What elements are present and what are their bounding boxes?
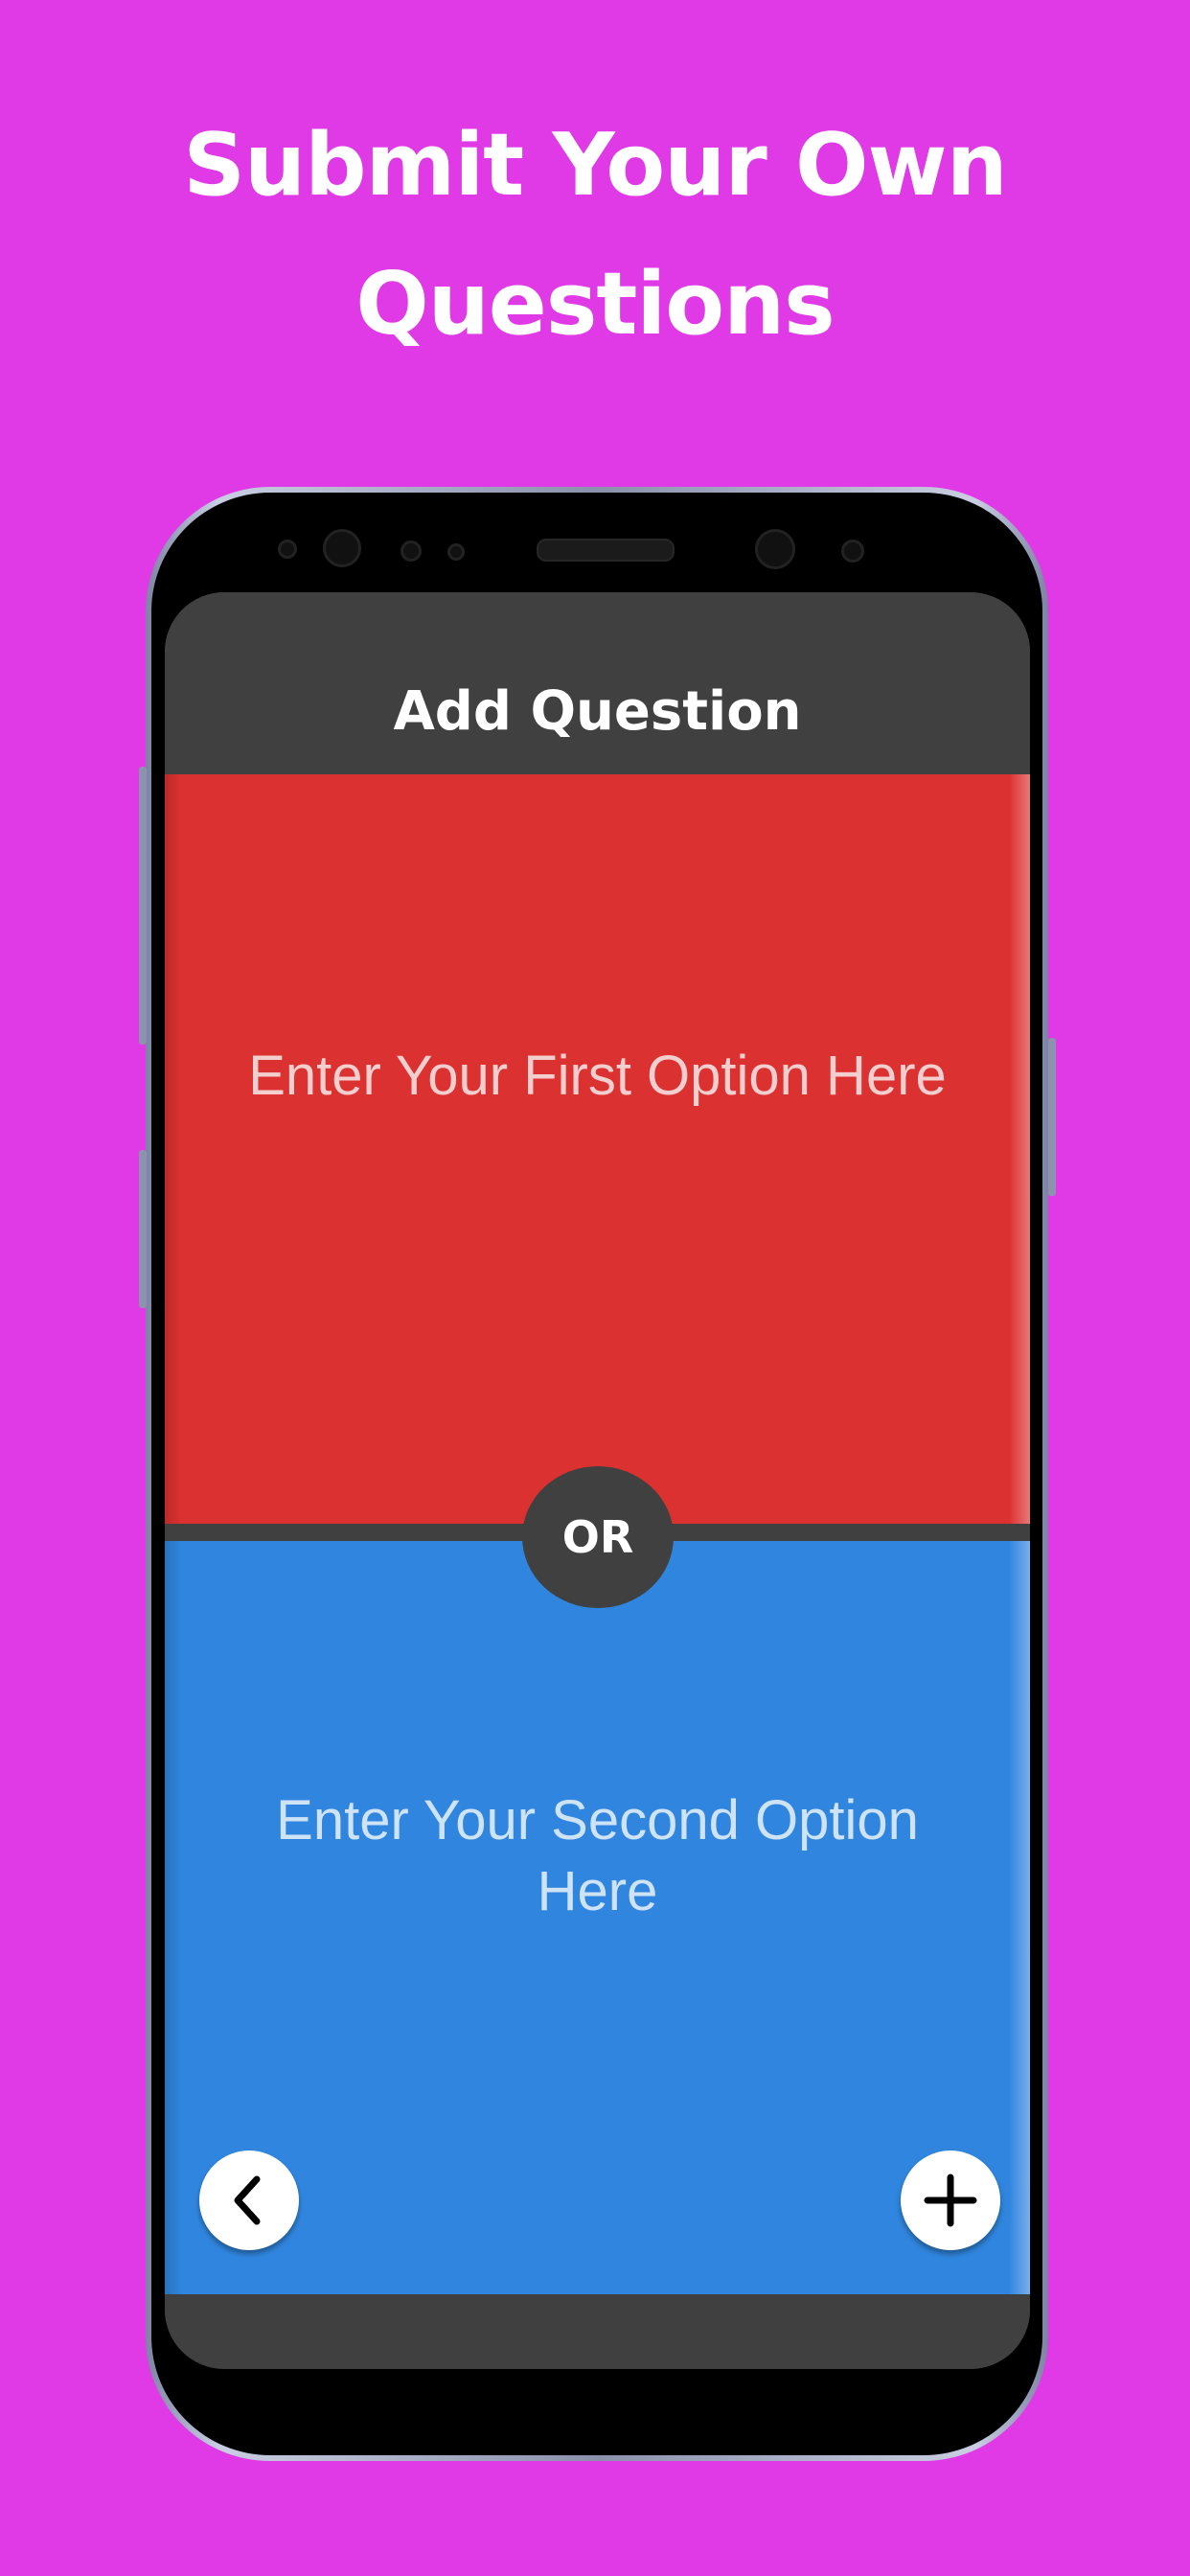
phone-iris-camera <box>841 540 864 563</box>
back-button[interactable] <box>199 2150 299 2250</box>
promo-headline-line-1: Submit Your Own <box>183 115 1008 216</box>
phone-front-camera <box>755 529 795 569</box>
phone-side-button-left-lower <box>139 1150 147 1308</box>
add-question-button[interactable] <box>901 2150 1000 2250</box>
app-screen: Add Question OR <box>165 592 1030 2369</box>
bottom-bar <box>165 2294 1030 2369</box>
chevron-left-icon <box>234 2175 261 2225</box>
plus-icon <box>924 2174 977 2227</box>
phone-earpiece-speaker <box>537 539 675 562</box>
second-option-input[interactable] <box>222 1785 973 1939</box>
or-divider-badge: OR <box>522 1466 674 1608</box>
phone-iris-sensor <box>323 529 361 567</box>
promo-headline: Submit Your Own Questions <box>0 96 1190 374</box>
phone-side-button-left-upper <box>139 767 147 1045</box>
phone-light-sensor <box>447 543 465 561</box>
first-option-input[interactable] <box>222 1041 973 1194</box>
phone-proximity-sensor <box>400 540 422 562</box>
promo-headline-line-2: Questions <box>355 254 835 355</box>
phone-side-button-right <box>1048 1038 1056 1196</box>
page-title: Add Question <box>393 680 802 743</box>
phone-sensor-dot <box>278 540 297 559</box>
app-header: Add Question <box>165 592 1030 774</box>
